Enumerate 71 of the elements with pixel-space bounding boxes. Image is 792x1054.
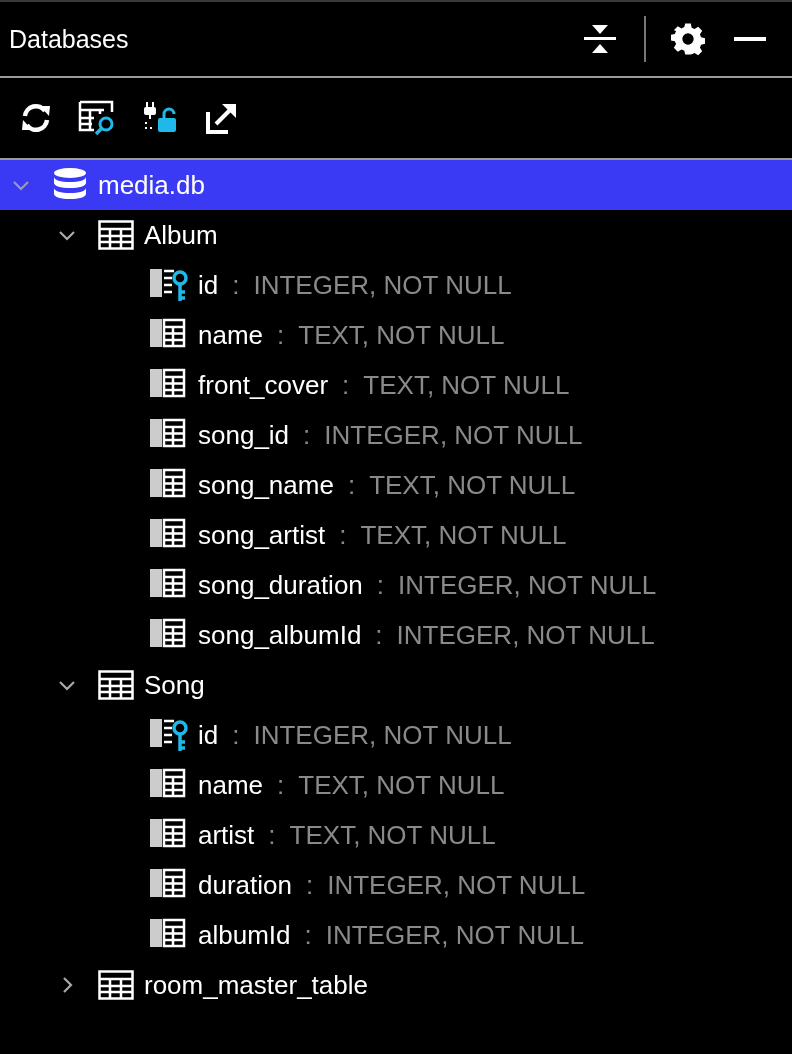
column-name: name (198, 769, 264, 801)
panel-title: Databases (9, 24, 130, 54)
column-name: song_duration (198, 569, 363, 601)
collapse-icon (583, 22, 617, 56)
separator: : (277, 319, 285, 351)
column-type: INTEGER, NOT NULL (398, 569, 657, 601)
column-name: song_albumId (198, 619, 362, 651)
tree-item[interactable]: id : INTEGER, NOT NULL (0, 260, 792, 310)
column-name: id (198, 719, 219, 751)
tree-item[interactable]: song_artist : TEXT, NOT NULL (0, 510, 792, 560)
table-icon (98, 970, 134, 1000)
separator: : (303, 419, 311, 451)
column-name: albumId (198, 919, 291, 951)
tree-item[interactable]: front_cover : TEXT, NOT NULL (0, 360, 792, 410)
separator: : (376, 569, 385, 601)
separator: : (304, 919, 312, 951)
table-icon (98, 670, 134, 700)
column-type: TEXT, NOT NULL (363, 369, 570, 401)
tree-item[interactable]: artist : TEXT, NOT NULL (0, 810, 792, 860)
tree-item[interactable]: song_duration : INTEGER, NOT NULL (0, 560, 792, 610)
column-type: INTEGER, NOT NULL (253, 269, 512, 301)
settings-icon (671, 22, 705, 56)
tree-item[interactable]: Song (0, 660, 792, 710)
tree-item[interactable]: song_name : TEXT, NOT NULL (0, 460, 792, 510)
separator: : (375, 619, 383, 651)
tree-item[interactable]: albumId : INTEGER, NOT NULL (0, 910, 792, 960)
column-type: INTEGER, NOT NULL (325, 919, 584, 951)
tree-item[interactable]: room_master_table (0, 960, 792, 1010)
separator: : (268, 819, 276, 851)
column-name: id (198, 269, 219, 301)
column-name: song_name (198, 469, 334, 501)
tree-item[interactable]: name : TEXT, NOT NULL (0, 310, 792, 360)
separator: : (232, 719, 240, 751)
column-type: TEXT, NOT NULL (369, 469, 576, 501)
column-name: song_id (198, 419, 290, 451)
tree-item[interactable]: duration : INTEGER, NOT NULL (0, 860, 792, 910)
node-label: Album (144, 219, 218, 251)
tree-item[interactable]: song_albumId : INTEGER, NOT NULL (0, 610, 792, 660)
tree-item[interactable]: name : TEXT, NOT NULL (0, 760, 792, 810)
tree-item[interactable]: media.db (0, 160, 792, 210)
tree-item[interactable]: Album (0, 210, 792, 260)
column-type: INTEGER, NOT NULL (253, 719, 512, 751)
key-column-icon (150, 268, 188, 302)
minimize-icon (734, 37, 766, 41)
key-column-icon (150, 718, 188, 752)
column-type: TEXT, NOT NULL (298, 769, 505, 801)
separator: : (232, 269, 240, 301)
node-label: room_master_table (144, 969, 368, 1001)
separator: : (305, 869, 314, 901)
tree-item[interactable]: id : INTEGER, NOT NULL (0, 710, 792, 760)
table-icon (98, 220, 134, 250)
separator: : (339, 519, 347, 551)
column-type: INTEGER, NOT NULL (396, 619, 655, 651)
node-label: Song (144, 669, 205, 701)
separator: : (347, 469, 356, 501)
refresh-icon (20, 102, 52, 134)
column-name: front_cover (198, 369, 329, 401)
export-icon (206, 102, 238, 134)
column-type: INTEGER, NOT NULL (324, 419, 583, 451)
column-name: artist (198, 819, 255, 851)
column-type: INTEGER, NOT NULL (327, 869, 586, 901)
separator: : (342, 369, 350, 401)
column-type: TEXT, NOT NULL (298, 319, 505, 351)
column-type: TEXT, NOT NULL (360, 519, 567, 551)
column-name: song_artist (198, 519, 326, 551)
node-label: media.db (98, 169, 205, 201)
column-type: TEXT, NOT NULL (289, 819, 496, 851)
tree-item[interactable]: song_id : INTEGER, NOT NULL (0, 410, 792, 460)
column-name: name (198, 319, 264, 351)
separator: : (277, 769, 285, 801)
column-name: duration (198, 869, 292, 901)
